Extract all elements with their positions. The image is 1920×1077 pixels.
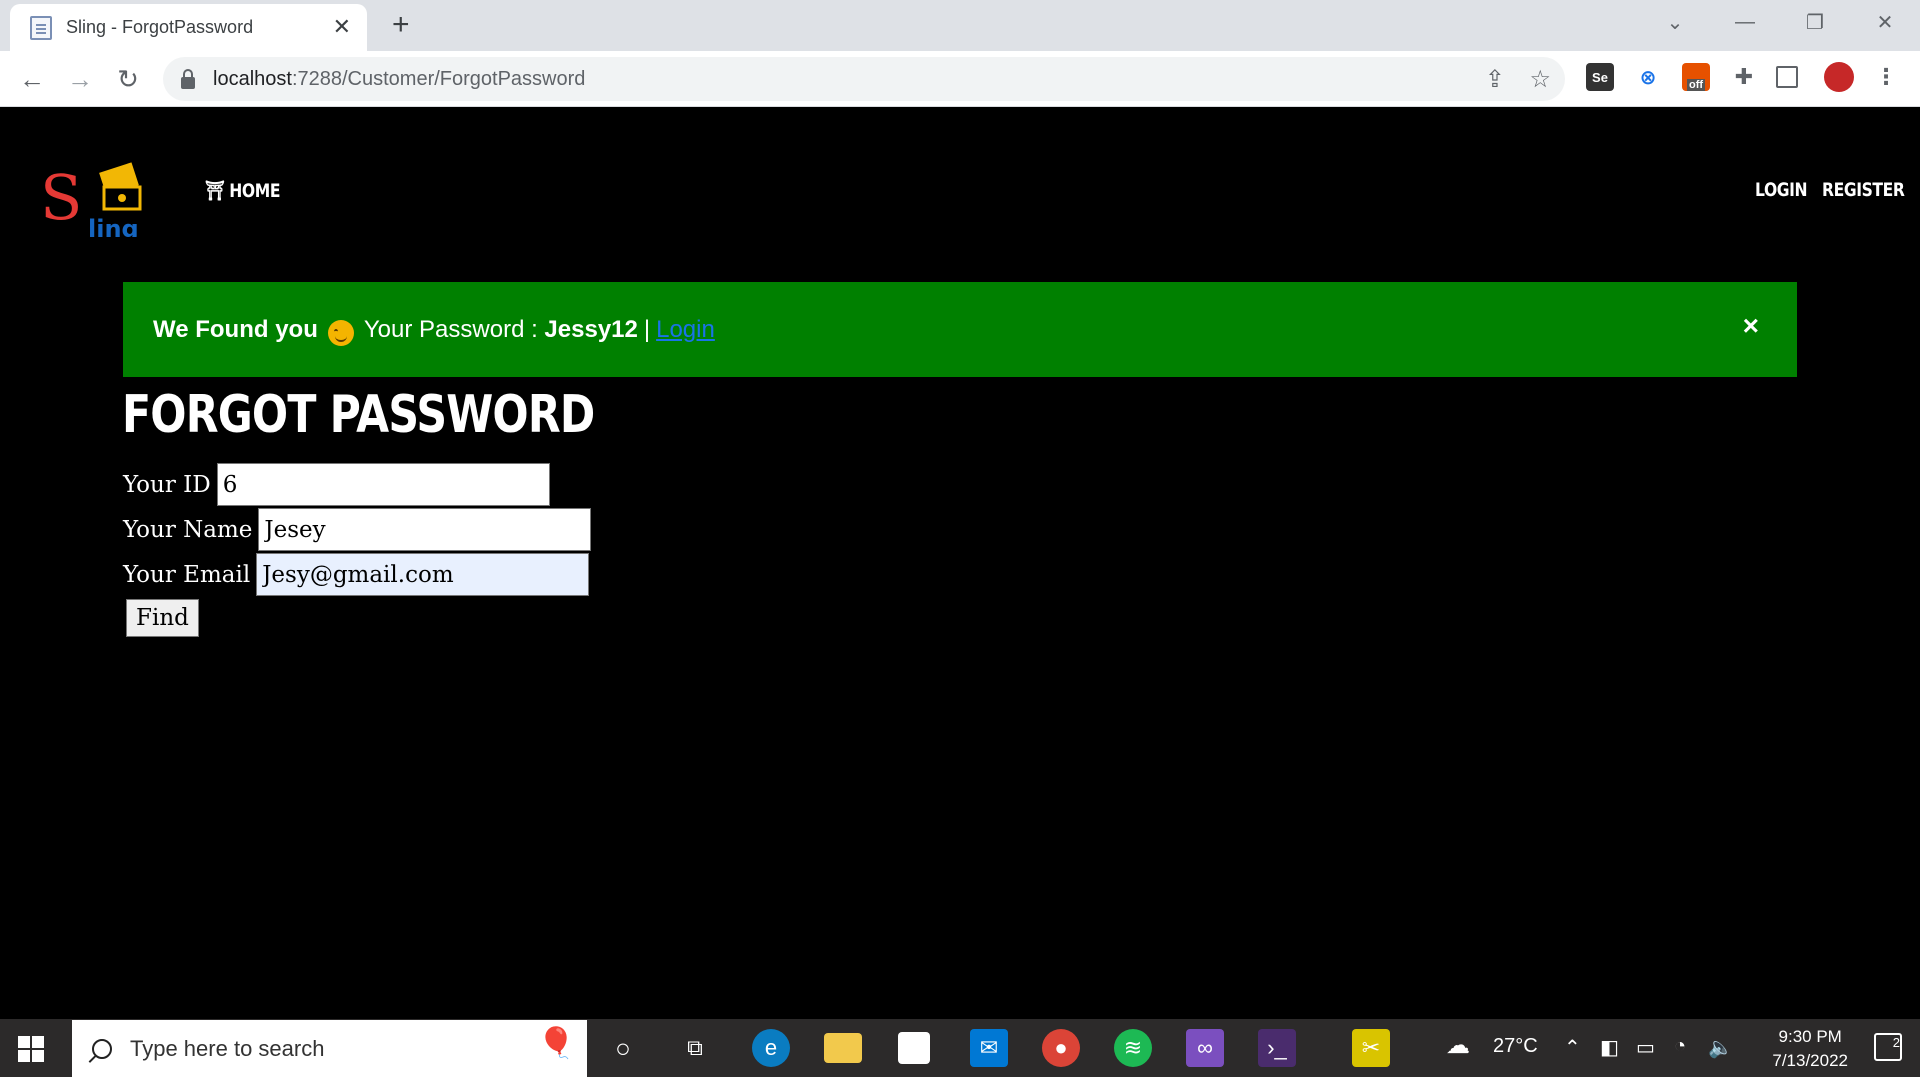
taskbar-search-box[interactable]: Type here to search 🎈 [72,1020,587,1077]
minimize-icon[interactable]: — [1710,0,1780,44]
nav-register-link[interactable]: REGISTER [1822,179,1905,201]
notification-count: 2 [1892,1035,1900,1050]
name-input[interactable] [258,508,592,551]
hugging-face-emoji-icon [327,319,354,346]
tray-chevron-icon[interactable]: ⌃ [1564,1035,1581,1060]
forgot-password-form: Your ID Your Name Your Email Find [123,462,592,637]
id-input[interactable] [216,463,550,506]
taskbar-search-placeholder: Type here to search [130,1035,325,1061]
new-tab-icon[interactable]: + [392,8,410,42]
name-label: Your Name [123,516,253,543]
chrome-icon[interactable]: ● [1042,1029,1080,1067]
balloons-decoration-icon: 🎈 [537,1027,575,1060]
lock-icon [181,69,195,89]
selenium-extension-icon[interactable]: Se [1586,63,1614,91]
svg-text:S: S [40,161,82,234]
bookmark-star-icon[interactable]: ☆ [1529,65,1551,94]
alert-password-label: Your Password : [363,315,538,343]
email-label: Your Email [123,561,251,588]
alert-login-link[interactable]: Login [656,316,715,344]
task-view-icon[interactable]: ⧉ [676,1029,714,1067]
weather-cloud-icon[interactable]: ☁ [1446,1031,1470,1060]
tab-title: Sling - ForgotPassword [66,17,254,37]
tab-search-icon[interactable]: ⌄ [1640,0,1710,44]
meet-now-icon[interactable]: ◧ [1600,1035,1619,1060]
visual-studio-icon[interactable]: ∞ [1186,1029,1224,1067]
alert-close-button[interactable]: × [1743,310,1759,342]
nav-home-label: HOME [229,179,281,202]
nav-home-link[interactable]: ⛩ HOME [205,179,281,203]
microsoft-store-icon[interactable] [898,1032,930,1064]
weather-temperature[interactable]: 27°C [1493,1035,1538,1058]
browser-tabstrip: Sling - ForgotPassword ✕ + ⌄ — ❐ ✕ [0,0,1920,51]
form-row-id: Your ID [123,462,591,507]
terminal-icon[interactable]: ›_ [1258,1029,1296,1067]
off-extension-icon[interactable]: off [1682,63,1710,91]
browser-tab[interactable]: Sling - ForgotPassword ✕ [10,4,367,51]
file-explorer-icon[interactable] [824,1033,862,1063]
nav-login-link[interactable]: LOGIN [1755,179,1808,201]
battery-icon[interactable]: ▭ [1636,1035,1655,1060]
forward-icon[interactable]: → [62,61,98,97]
svg-text:ling: ling [88,215,139,237]
close-window-icon[interactable]: ✕ [1850,0,1920,44]
form-row-name: Your Name [123,507,592,552]
page-title: FORGOT PASSWORD [122,385,595,445]
extensions-puzzle-icon[interactable]: ✚ [1730,63,1758,91]
volume-icon[interactable]: 🔈 [1708,1035,1733,1060]
windows-taskbar: Type here to search 🎈 ○ ⧉ e ✉ ● ≋ ∞ ›_ ✂… [0,1019,1920,1077]
extension-icon[interactable]: ⊗ [1634,63,1662,91]
side-panel-icon[interactable] [1776,66,1798,88]
id-label: Your ID [123,471,211,498]
profile-avatar[interactable] [1824,62,1854,92]
taskbar-clock[interactable]: 9:30 PM 7/13/2022 [1772,1025,1848,1073]
page-content: S ling ⛩ HOME LOGIN REGISTER We Found yo… [0,107,1920,1019]
mail-icon[interactable]: ✉ [970,1029,1008,1067]
wifi-icon[interactable]: ◔ [1674,1035,1686,1058]
email-input[interactable] [256,553,590,596]
page-favicon-icon [30,15,52,40]
alert-found-text: We Found you [153,315,318,343]
browser-toolbar: ← → ↻ localhost:7288/Customer/ForgotPass… [0,51,1920,107]
back-icon[interactable]: ← [14,61,50,97]
search-icon [92,1038,112,1059]
url-text: localhost:7288/Customer/ForgotPassword [213,67,586,90]
form-row-email: Your Email [123,552,591,597]
sling-logo[interactable]: S ling [40,157,150,243]
address-bar[interactable]: localhost:7288/Customer/ForgotPassword ⇪… [163,57,1565,101]
tab-close-icon[interactable]: ✕ [333,14,351,40]
torii-home-icon: ⛩ [205,180,225,202]
clock-date: 7/13/2022 [1772,1051,1848,1070]
alert-separator: | [643,315,651,343]
alert-password-value: Jessy12 [544,315,638,343]
menu-kebab-icon[interactable]: ⋮ [1872,63,1900,91]
edge-browser-icon[interactable]: e [752,1029,790,1067]
snip-tool-icon[interactable]: ✂ [1352,1029,1390,1067]
share-icon[interactable]: ⇪ [1485,65,1505,94]
find-button[interactable]: Find [126,599,199,637]
success-alert: We Found you Your Password : Jessy12 | L… [123,282,1797,377]
window-controls: ⌄ — ❐ ✕ [1640,0,1920,44]
notification-center-icon[interactable]: 2 [1874,1033,1902,1061]
restore-icon[interactable]: ❐ [1780,0,1850,44]
clock-time: 9:30 PM [1778,1027,1842,1046]
cortana-icon[interactable]: ○ [604,1029,642,1067]
windows-start-icon[interactable] [18,1036,44,1062]
spotify-icon[interactable]: ≋ [1114,1029,1152,1067]
reload-icon[interactable]: ↻ [110,61,146,97]
